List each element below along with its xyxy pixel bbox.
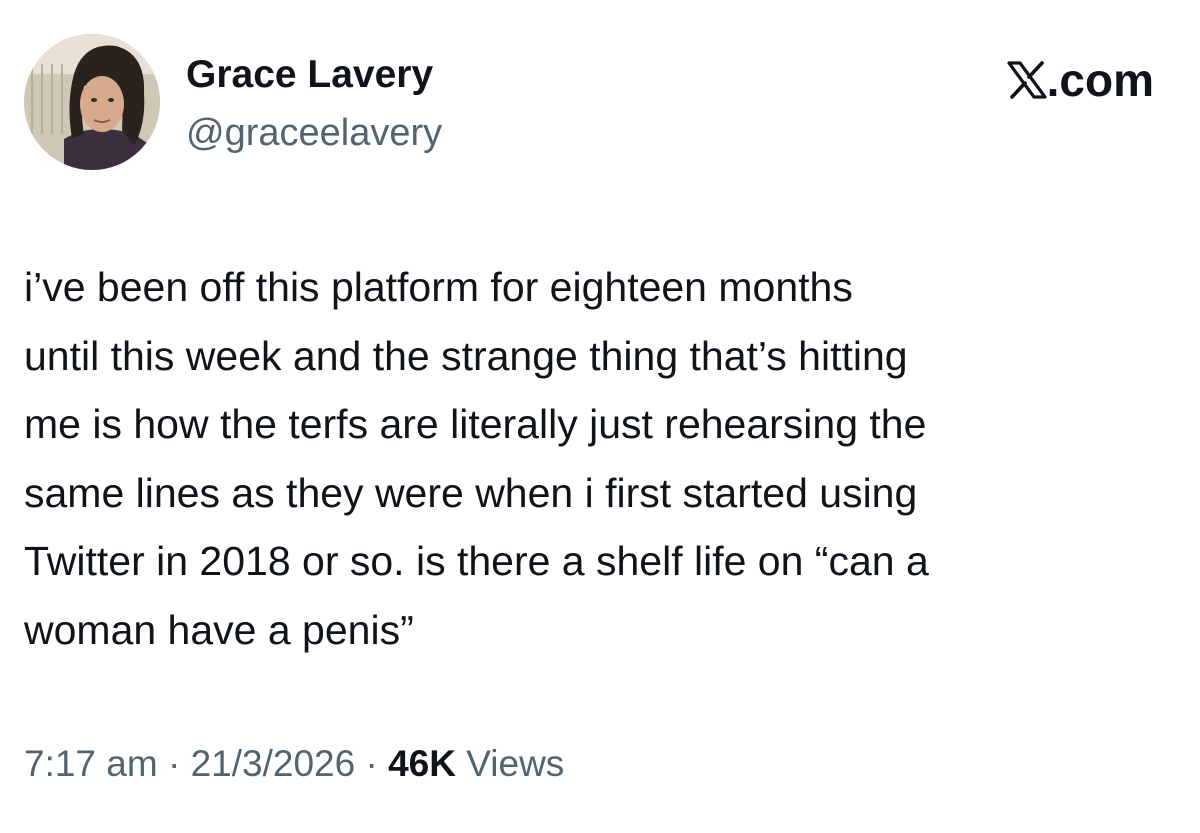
avatar[interactable]	[24, 34, 160, 170]
tweet-text-line: woman have a penis”	[24, 606, 414, 653]
meta-separator: ·	[167, 743, 181, 784]
x-logo-icon	[1007, 61, 1047, 99]
tweet-text-line: until this week and the strange thing th…	[24, 332, 908, 379]
tweet-meta: 7:17 am · 21/3/2026 · 46K Views	[24, 740, 564, 788]
views-count[interactable]: 46K	[388, 743, 456, 784]
meta-separator: ·	[365, 743, 378, 784]
tweet-text-line: Twitter in 2018 or so. is there a shelf …	[24, 538, 929, 584]
tweet-card: Grace Lavery @graceelavery .com i’ve bee…	[0, 0, 1200, 833]
brand-watermark: .com	[1007, 56, 1154, 104]
views-label: Views	[466, 743, 565, 784]
tweet-text-line: same lines as they were when i first sta…	[24, 469, 918, 516]
avatar-photo	[24, 34, 160, 170]
tweet-text: i’ve been off this platform for eighteen…	[24, 253, 1184, 664]
tweet-time[interactable]: 7:17 am	[24, 743, 158, 784]
brand-domain: .com	[1046, 54, 1154, 106]
tweet-date[interactable]: 21/3/2026	[191, 743, 356, 784]
tweet-text-line: i’ve been off this platform for eighteen…	[24, 264, 853, 310]
author-display-name[interactable]: Grace Lavery	[186, 52, 433, 98]
author-handle[interactable]: @graceelavery	[186, 110, 442, 156]
tweet-text-line: me is how the terfs are literally just r…	[24, 401, 927, 447]
